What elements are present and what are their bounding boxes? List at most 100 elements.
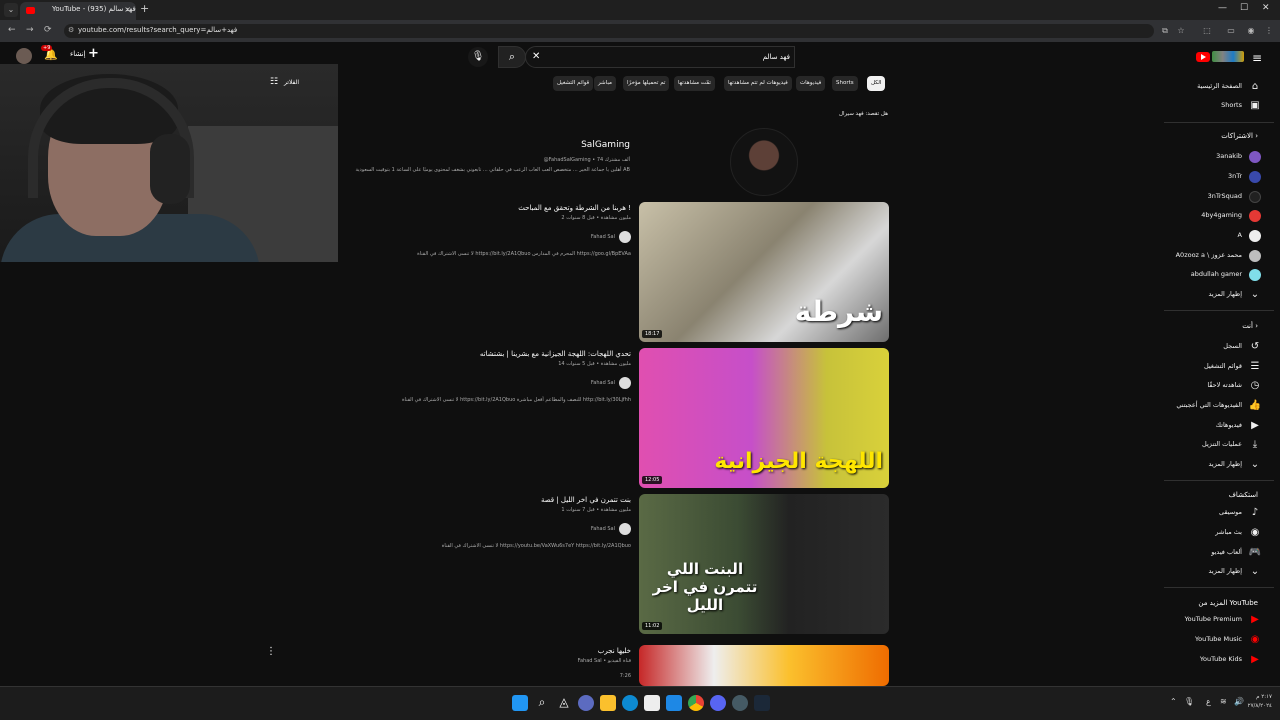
sidebar-item-home[interactable]: ⌂ الصفحة الرئيسية: [1158, 78, 1280, 96]
sidebar-item-subscription[interactable]: 3nTr: [1158, 168, 1280, 186]
taskbar-clock[interactable]: ٢:١٧ م ٢٧/٨/٢٠٢٤: [1248, 693, 1272, 711]
video-result[interactable]: البنت اللي تتمرن في اخر الليل 11:02 بنت …: [330, 494, 890, 634]
taskbar-app-icon[interactable]: [732, 695, 748, 711]
profile-icon[interactable]: ◉: [1246, 26, 1256, 36]
video-result[interactable]: اللهجة الجيزانية 12:05 تحدي اللهجات: الل…: [330, 348, 890, 488]
video-result[interactable]: شرطة 18:17 هربنا من الشرطة وتحقق مع المب…: [330, 202, 890, 342]
sidebar-item-subscription[interactable]: A0zooz a \ محمد عزوز: [1158, 247, 1280, 265]
new-tab-button[interactable]: +: [140, 2, 149, 15]
voice-search-mic-icon[interactable]: 🎙: [468, 47, 488, 67]
minimize-button[interactable]: —: [1218, 3, 1227, 13]
sidebar-item-subscription[interactable]: 3nTrSquad: [1158, 188, 1280, 206]
tray-chevron-icon[interactable]: ⌃: [1170, 697, 1177, 706]
chip-watched[interactable]: تمّت مشاهدتها: [674, 76, 715, 91]
subscriptions-header[interactable]: الاشتراكات ›: [1221, 132, 1258, 140]
youtube-logo[interactable]: [1196, 50, 1244, 64]
search-box[interactable]: ✕: [525, 46, 795, 68]
close-window-button[interactable]: ✕: [1262, 3, 1270, 13]
more-actions-icon[interactable]: ⋮: [266, 646, 276, 657]
video-channel-name[interactable]: Fahad Sal: [591, 526, 615, 532]
sidebar-item-watch-later[interactable]: ◷ شاهدته لاحقًا: [1158, 377, 1280, 395]
create-button[interactable]: إنشاء +: [70, 46, 99, 61]
chip-playlists[interactable]: قوائم التشغيل: [553, 76, 594, 91]
video-channel[interactable]: Fahad Sal: [551, 231, 631, 243]
search-input[interactable]: [546, 50, 790, 64]
tab-close-icon[interactable]: ×: [124, 5, 131, 14]
browser-menu-icon[interactable]: ⋮: [1264, 26, 1274, 36]
reload-icon[interactable]: ⟳: [44, 25, 52, 35]
channel-avatar[interactable]: [730, 128, 798, 196]
video-channel[interactable]: Fahad Sal: [551, 377, 631, 389]
volume-icon[interactable]: 🔊: [1234, 697, 1244, 706]
taskbar-edge-icon[interactable]: [578, 695, 594, 711]
chip-recently-uploaded[interactable]: تم تحميلها مؤخرًا: [623, 76, 670, 91]
you-header[interactable]: أنت ›: [1242, 322, 1258, 330]
video-thumbnail[interactable]: [639, 645, 889, 686]
back-icon[interactable]: ←: [8, 25, 16, 35]
windows-start-icon[interactable]: [512, 695, 528, 711]
channel-name[interactable]: SalGaming: [581, 140, 630, 150]
taskbar-discord-icon[interactable]: [710, 695, 726, 711]
notifications-bell-icon[interactable]: 🔔 +9: [41, 45, 58, 61]
taskbar-mail-icon[interactable]: [666, 695, 682, 711]
did-you-mean-link[interactable]: هل تقصد: فهد سيرال: [839, 111, 888, 117]
account-avatar[interactable]: [16, 48, 32, 64]
sidebar-show-more[interactable]: ⌄ إظهار المزيد: [1158, 456, 1280, 474]
video-channel[interactable]: Fahad Sal: [551, 523, 631, 535]
sidebar-item-downloads[interactable]: ⤓ عمليات التنزيل: [1158, 436, 1280, 454]
sidebar-item-liked-videos[interactable]: 👍 الفيديوهات التي أعجبتني: [1158, 397, 1280, 415]
extensions-icon[interactable]: ⬚: [1202, 26, 1212, 36]
video-result[interactable]: خليها نجرب Fahad Sal • قناة الفيديو 7:26: [330, 645, 890, 686]
taskbar-file-explorer-icon[interactable]: [600, 695, 616, 711]
sidepanel-icon[interactable]: ▭: [1226, 26, 1236, 36]
video-channel-name[interactable]: Fahad Sal: [591, 234, 615, 240]
sidebar-item-subscription[interactable]: abdullah gamer: [1158, 266, 1280, 284]
channel-avatar-small[interactable]: [619, 523, 631, 535]
sidebar-item-your-videos[interactable]: ▶ فيديوهاتك: [1158, 417, 1280, 435]
chip-live[interactable]: مباشر: [594, 76, 616, 91]
video-thumbnail[interactable]: البنت اللي تتمرن في اخر الليل 11:02: [639, 494, 889, 634]
browser-tab[interactable]: YouTube - فهد سالم (935) ×: [20, 2, 136, 20]
site-info-icon[interactable]: ⚙: [68, 26, 74, 34]
sidebar-item-history[interactable]: ↺ السجل: [1158, 338, 1280, 356]
sidebar-item-playlists[interactable]: ☰ قوائم التشغيل: [1158, 358, 1280, 376]
sidebar-show-more[interactable]: ⌄ إظهار المزيد: [1158, 563, 1280, 581]
taskbar-search-icon[interactable]: ⌕: [534, 695, 550, 711]
keyboard-language[interactable]: ع: [1206, 697, 1211, 706]
sidebar-item-gaming[interactable]: 🎮 ألعاب فيديو: [1158, 544, 1280, 562]
taskbar-copilot-icon[interactable]: ◬: [556, 695, 572, 711]
sidebar-item-youtube-premium[interactable]: ▶ YouTube Premium: [1158, 611, 1280, 629]
forward-icon[interactable]: →: [26, 25, 34, 35]
taskbar-chrome-icon[interactable]: [688, 695, 704, 711]
sidebar-item-youtube-kids[interactable]: ▶ YouTube Kids: [1158, 651, 1280, 669]
video-title[interactable]: بنت تتمرن في اخر الليل | قصة: [541, 496, 631, 504]
sidebar-item-live[interactable]: ◉ بث مباشر: [1158, 524, 1280, 542]
install-app-icon[interactable]: ⧉: [1160, 26, 1170, 36]
guide-menu-icon[interactable]: ≡: [1252, 51, 1262, 65]
channel-avatar-small[interactable]: [619, 377, 631, 389]
sidebar-item-shorts[interactable]: ▣ Shorts: [1158, 97, 1280, 115]
bookmark-star-icon[interactable]: ☆: [1176, 26, 1186, 36]
clear-search-icon[interactable]: ✕: [532, 51, 540, 62]
wifi-icon[interactable]: ≋: [1220, 697, 1227, 706]
video-title[interactable]: تحدي اللهجات: اللهجة الجيزانية مع بشرينا…: [480, 350, 631, 358]
sidebar-item-subscription[interactable]: A: [1158, 227, 1280, 245]
sidebar-item-youtube-music[interactable]: ◉ YouTube Music: [1158, 631, 1280, 649]
video-thumbnail[interactable]: اللهجة الجيزانية 12:05: [639, 348, 889, 488]
taskbar-store-icon[interactable]: [644, 695, 660, 711]
sidebar-show-more[interactable]: ⌄ إظهار المزيد: [1158, 286, 1280, 304]
url-field[interactable]: ⚙ youtube.com/results?search_query=فهد+س…: [64, 24, 1154, 38]
chip-unwatched[interactable]: فيديوهات لم تتم مشاهدتها: [724, 76, 792, 91]
video-channel-name[interactable]: Fahad Sal: [591, 380, 615, 386]
channel-avatar-small[interactable]: [619, 231, 631, 243]
video-title[interactable]: خليها نجرب: [598, 647, 631, 655]
sidebar-item-subscription[interactable]: 3anakib: [1158, 148, 1280, 166]
taskbar-steam-icon[interactable]: [754, 695, 770, 711]
sidebar-item-subscription[interactable]: 4by4gaming: [1158, 207, 1280, 225]
tab-search-icon[interactable]: ⌄: [4, 3, 18, 17]
video-title[interactable]: هربنا من الشرطة وتحقق مع المباحث !: [518, 204, 631, 212]
maximize-button[interactable]: ☐: [1240, 3, 1248, 13]
video-thumbnail[interactable]: شرطة 18:17: [639, 202, 889, 342]
sidebar-item-music[interactable]: ♪ موسيقى: [1158, 504, 1280, 522]
chip-all[interactable]: الكل: [867, 76, 886, 91]
